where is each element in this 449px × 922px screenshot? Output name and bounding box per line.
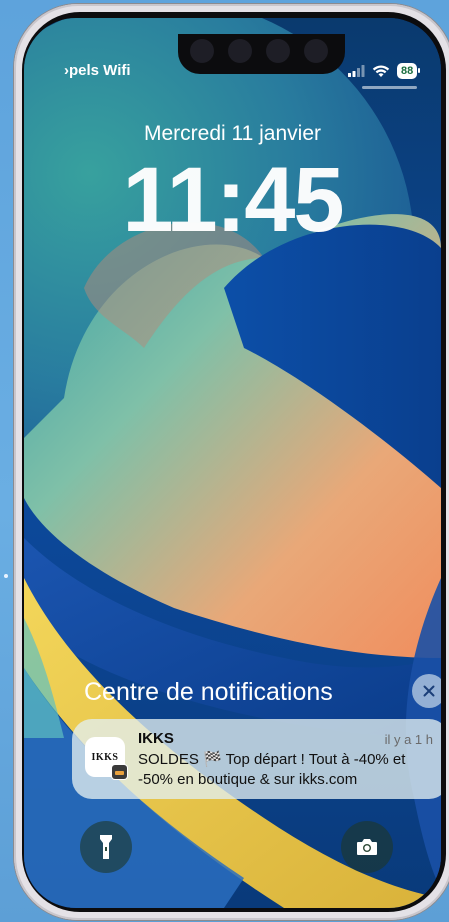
status-indicator-bar bbox=[362, 86, 417, 89]
sensor-icon bbox=[266, 39, 290, 63]
background-dot bbox=[4, 574, 8, 578]
notification-center-title: Centre de notifications bbox=[84, 678, 333, 706]
camera-button[interactable] bbox=[341, 821, 393, 873]
cellular-signal-icon bbox=[348, 65, 365, 77]
notification-app-name: IKKS bbox=[138, 730, 174, 747]
lock-date: Mercredi 11 janvier bbox=[143, 122, 321, 145]
wallet-badge-icon bbox=[112, 765, 127, 779]
sensor-icon bbox=[228, 39, 252, 63]
close-icon bbox=[423, 685, 435, 697]
status-icons: 88 bbox=[348, 62, 421, 80]
flashlight-button[interactable] bbox=[80, 821, 132, 873]
lock-time: 11:45 bbox=[122, 149, 344, 251]
notification-body: SOLDES 🏁 Top départ ! Tout à -40% et -50… bbox=[138, 751, 406, 788]
notification-time: il y a 1 h bbox=[384, 732, 433, 747]
carrier-label: ›pels Wifi bbox=[64, 62, 131, 79]
lock-screen: ›pels Wifi 88 Mercredi 11 janvier 11:45 … bbox=[24, 18, 441, 908]
battery-icon: 88 bbox=[397, 63, 421, 79]
sensor-icon bbox=[304, 39, 328, 63]
notification-card[interactable]: IKKS IKKS il y a 1 h SOLDES 🏁 Top départ… bbox=[72, 719, 441, 799]
camera-icon bbox=[357, 839, 377, 855]
front-camera-icon bbox=[190, 39, 214, 63]
wifi-icon bbox=[372, 64, 390, 77]
notch bbox=[178, 34, 345, 74]
close-button[interactable] bbox=[412, 674, 441, 708]
flashlight-icon bbox=[100, 835, 112, 859]
